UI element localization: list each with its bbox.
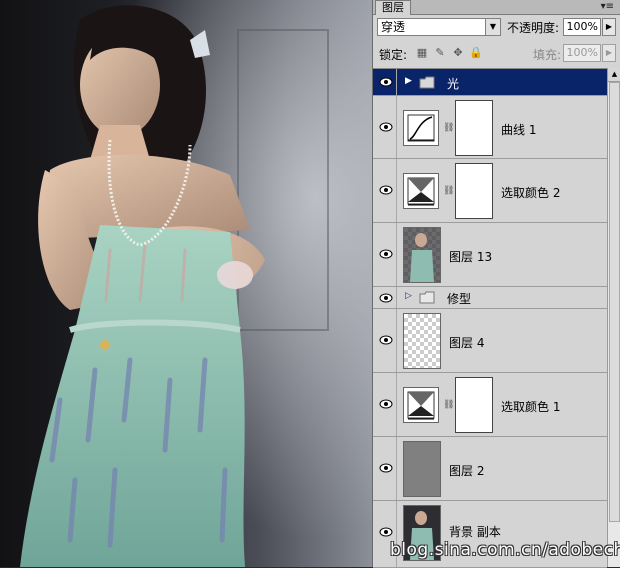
eye-icon[interactable] (379, 462, 393, 474)
layer-name: 图层 13 (449, 250, 493, 264)
blend-mode-select[interactable]: 穿透 ▼ (377, 18, 501, 36)
eye-icon[interactable] (379, 334, 393, 346)
lock-all-icon[interactable]: 🔒 (469, 46, 483, 60)
layers-list: ▶ 光 ⛓ 曲线 1 ⛓ 选取颜色 2 图层 13 ▷ 修型 图层 4 ⛓ 选取… (373, 68, 607, 568)
tab-layers[interactable]: 图层 (375, 0, 411, 15)
eye-icon[interactable] (379, 184, 393, 196)
expand-arrow-icon[interactable]: ▷ (405, 291, 412, 301)
eye-icon[interactable] (379, 526, 393, 538)
opacity-slider-button[interactable]: ▶ (602, 18, 616, 36)
layer-mask-thumbnail[interactable] (455, 377, 493, 433)
lock-row: 锁定: ▦ ✎ ✥ 🔒 填充: 100% ▶ (377, 44, 616, 64)
layer-row-layer-13[interactable]: 图层 13 (373, 223, 607, 287)
lock-position-icon[interactable]: ✥ (451, 46, 465, 60)
layer-row-selective-color-2[interactable]: ⛓ 选取颜色 2 (373, 159, 607, 223)
fill-label: 填充: (533, 48, 562, 62)
link-icon[interactable]: ⛓ (443, 400, 454, 410)
eye-icon[interactable] (379, 398, 393, 410)
layer-name: 曲线 1 (501, 123, 537, 137)
folder-icon (419, 76, 435, 89)
layer-thumbnail-gray (403, 441, 441, 497)
lock-brush-icon[interactable]: ✎ (433, 46, 447, 60)
layer-name: 光 (447, 77, 460, 91)
link-icon[interactable]: ⛓ (443, 186, 454, 196)
link-icon[interactable]: ⛓ (443, 123, 454, 133)
watermark-text: blog.sina.com.cn/adobech (390, 540, 620, 560)
layer-thumbnail-transparent (403, 313, 441, 369)
divider (396, 437, 397, 500)
layer-mask-thumbnail[interactable] (455, 100, 493, 156)
divider (396, 159, 397, 222)
layer-mask-thumbnail[interactable] (455, 163, 493, 219)
layer-name: 背景 副本 (449, 525, 501, 539)
eye-icon[interactable] (379, 248, 393, 260)
divider (396, 287, 397, 308)
photo-illustration (0, 0, 372, 567)
layer-row-layer-4[interactable]: 图层 4 (373, 309, 607, 373)
eye-icon[interactable] (379, 76, 393, 88)
fill-input[interactable]: 100% (563, 44, 601, 62)
chevron-down-icon[interactable]: ▼ (485, 19, 500, 35)
eye-icon[interactable] (379, 121, 393, 133)
layer-row-curves-1[interactable]: ⛓ 曲线 1 (373, 96, 607, 159)
folder-icon (419, 291, 435, 304)
layers-scrollbar[interactable]: ▲ (607, 68, 620, 567)
blend-mode-value: 穿透 (381, 20, 406, 34)
selective-color-adjustment-icon (403, 387, 439, 423)
divider (396, 69, 397, 95)
curves-adjustment-icon (403, 110, 439, 146)
scrollbar-thumb[interactable] (609, 82, 620, 522)
lock-label: 锁定: (379, 48, 408, 62)
layer-thumbnail-photo (403, 227, 441, 283)
canvas-photo (0, 0, 372, 567)
layer-name: 修型 (447, 292, 472, 306)
opacity-label: 不透明度: (507, 21, 560, 35)
layer-row-group-retouch[interactable]: ▷ 修型 (373, 287, 607, 309)
divider (396, 223, 397, 286)
layers-panel: 图层 ▾≡ 穿透 ▼ 不透明度: 100% ▶ 锁定: ▦ ✎ ✥ 🔒 填充: … (372, 0, 620, 568)
divider (396, 96, 397, 158)
panel-tab-bar: 图层 ▾≡ (373, 0, 620, 15)
layer-name: 图层 2 (449, 464, 485, 478)
lock-transparency-icon[interactable]: ▦ (415, 46, 429, 60)
layer-name: 图层 4 (449, 336, 485, 350)
divider (396, 373, 397, 436)
divider (396, 309, 397, 372)
layer-name: 选取颜色 1 (501, 400, 561, 414)
layer-row-group-light[interactable]: ▶ 光 (373, 69, 607, 96)
selective-color-adjustment-icon (403, 173, 439, 209)
eye-icon[interactable] (379, 292, 393, 304)
blend-row: 穿透 ▼ 不透明度: 100% ▶ (377, 18, 616, 38)
opacity-input[interactable]: 100% (563, 18, 601, 36)
layer-name: 选取颜色 2 (501, 186, 561, 200)
layer-row-layer-2[interactable]: 图层 2 (373, 437, 607, 501)
expand-arrow-icon[interactable]: ▶ (405, 76, 412, 86)
panel-menu-icon[interactable]: ▾≡ (601, 1, 614, 12)
layer-row-selective-color-1[interactable]: ⛓ 选取颜色 1 (373, 373, 607, 437)
fill-slider-button[interactable]: ▶ (602, 44, 616, 62)
scroll-up-icon[interactable]: ▲ (608, 68, 620, 82)
